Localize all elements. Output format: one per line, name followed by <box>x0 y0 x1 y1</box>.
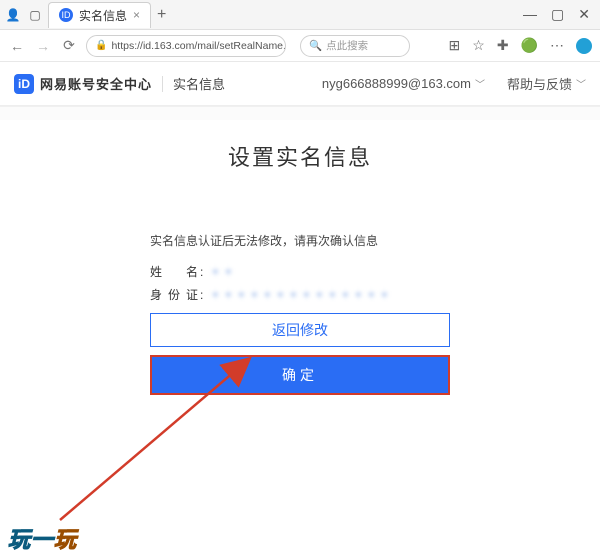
url-input[interactable]: 🔒 https://id.163.com/mail/setRealName.ht… <box>86 35 286 57</box>
page-title: 设置实名信息 <box>0 140 600 172</box>
more-icon[interactable]: ⋯ <box>550 37 564 54</box>
back-modify-button[interactable]: 返回修改 <box>150 313 450 347</box>
field-name-row: 姓 名 : ＊＊ <box>150 263 450 280</box>
browser-tab[interactable]: ID 实名信息 × <box>48 2 151 28</box>
colon: : <box>200 288 203 302</box>
nav-refresh-icon[interactable]: ⟳ <box>60 37 78 54</box>
watermark: 玩一玩 <box>8 522 77 554</box>
watermark-part1: 玩一 <box>8 527 54 552</box>
copilot-icon[interactable] <box>576 38 592 54</box>
field-name-value: ＊＊ <box>209 263 259 280</box>
watermark-part2: 玩 <box>54 527 77 552</box>
search-icon: 🔍 <box>309 39 322 52</box>
search-placeholder: 点此搜索 <box>326 38 368 53</box>
page-background-strip <box>0 106 600 120</box>
chevron-down-icon: ﹀ <box>475 76 485 91</box>
field-id-value: ＊＊＊＊＊＊＊＊＊＊＊＊＊＊ <box>209 286 359 303</box>
colon: : <box>200 265 203 279</box>
main-content: 设置实名信息 实名信息认证后无法修改，请再次确认信息 姓 名 : ＊＊ 身份证 … <box>0 120 600 560</box>
site-logo[interactable]: iD <box>14 74 34 94</box>
confirm-button[interactable]: 确定 <box>152 357 448 393</box>
favorites-icon[interactable]: ☆ <box>472 37 485 54</box>
new-tab-button[interactable]: + <box>157 6 166 24</box>
help-dropdown[interactable]: 帮助与反馈 ﹀ <box>507 74 586 93</box>
site-brand[interactable]: 网易账号安全中心 <box>40 74 152 93</box>
extensions-icon[interactable]: ⊞ <box>449 37 461 54</box>
lock-icon: 🔒 <box>95 40 107 51</box>
nav-forward-icon: → <box>34 38 52 54</box>
chevron-down-icon: ﹀ <box>576 76 586 91</box>
collections-icon[interactable]: ✚ <box>497 37 509 54</box>
tab-title: 实名信息 <box>79 7 127 24</box>
nav-back-icon[interactable]: ← <box>8 38 26 54</box>
account-sync-icon[interactable]: 🟢 <box>521 37 538 54</box>
profile-icon[interactable]: 👤 <box>6 8 20 22</box>
notice-text: 实名信息认证后无法修改，请再次确认信息 <box>150 232 450 249</box>
help-label: 帮助与反馈 <box>507 74 572 93</box>
field-id-label: 身份证 <box>150 286 200 303</box>
confirm-label: 确定 <box>282 365 318 385</box>
window-close-icon[interactable]: ✕ <box>578 6 590 23</box>
account-dropdown[interactable]: nyg666888999@163.com ﹀ <box>322 76 485 91</box>
breadcrumb: 实名信息 <box>173 74 225 93</box>
field-name-label: 姓 名 <box>150 263 200 280</box>
confirm-button-highlight: 确定 <box>150 355 450 395</box>
tab-favicon: ID <box>59 8 73 22</box>
realname-form: 实名信息认证后无法修改，请再次确认信息 姓 名 : ＊＊ 身份证 : ＊＊＊＊＊… <box>150 232 450 395</box>
browser-address-bar: ← → ⟳ 🔒 https://id.163.com/mail/setRealN… <box>0 30 600 62</box>
site-header: iD 网易账号安全中心 实名信息 nyg666888999@163.com ﹀ … <box>0 62 600 106</box>
account-email: nyg666888999@163.com <box>322 76 471 91</box>
back-modify-label: 返回修改 <box>272 320 328 340</box>
field-id-row: 身份证 : ＊＊＊＊＊＊＊＊＊＊＊＊＊＊ <box>150 286 450 303</box>
url-text: https://id.163.com/mail/setRealName.ht… <box>111 40 286 52</box>
tab-close-icon[interactable]: × <box>133 8 140 22</box>
browser-search-input[interactable]: 🔍 点此搜索 <box>300 35 410 57</box>
header-divider <box>162 76 163 92</box>
window-icon[interactable]: ▢ <box>28 8 42 22</box>
browser-titlebar: 👤 ▢ ID 实名信息 × + — ▢ ✕ <box>0 0 600 30</box>
window-maximize-icon[interactable]: ▢ <box>551 6 564 23</box>
window-minimize-icon[interactable]: — <box>523 6 537 23</box>
